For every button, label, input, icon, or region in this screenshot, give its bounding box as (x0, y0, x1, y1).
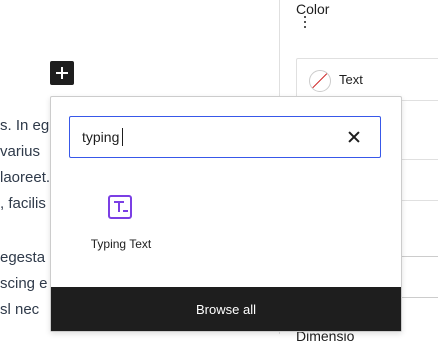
block-search-input[interactable] (82, 128, 332, 146)
paragraph-line: egesta (0, 249, 46, 266)
color-section-heading: Color (296, 1, 330, 17)
browse-all-button[interactable]: Browse all (51, 287, 401, 331)
input-field[interactable] (399, 256, 438, 298)
block-inserter-toggle[interactable] (50, 61, 74, 85)
text-caret (122, 128, 123, 146)
block-result-typing-text[interactable]: Typing Text (81, 193, 161, 263)
block-result-label: Typing Text (90, 237, 152, 251)
color-swatch-icon (309, 70, 331, 92)
paragraph-line: s. In eg (0, 117, 50, 134)
paragraph-line: sl nec (0, 301, 40, 318)
paragraph-line: varius (0, 143, 41, 160)
divider (399, 200, 438, 201)
text-color-option[interactable]: Text (297, 59, 438, 101)
typing-text-block-icon (108, 195, 132, 219)
color-options-menu-icon[interactable] (304, 16, 307, 31)
paragraph-line: , facilis (0, 195, 46, 212)
clear-search-button[interactable] (343, 126, 365, 148)
paragraph-line: scing e (0, 275, 48, 292)
block-inserter-popover: Typing Text Browse all (50, 96, 402, 332)
text-color-label: Text (339, 72, 363, 87)
block-search-box[interactable] (69, 116, 381, 158)
paragraph-line: laoreet. (0, 169, 51, 186)
